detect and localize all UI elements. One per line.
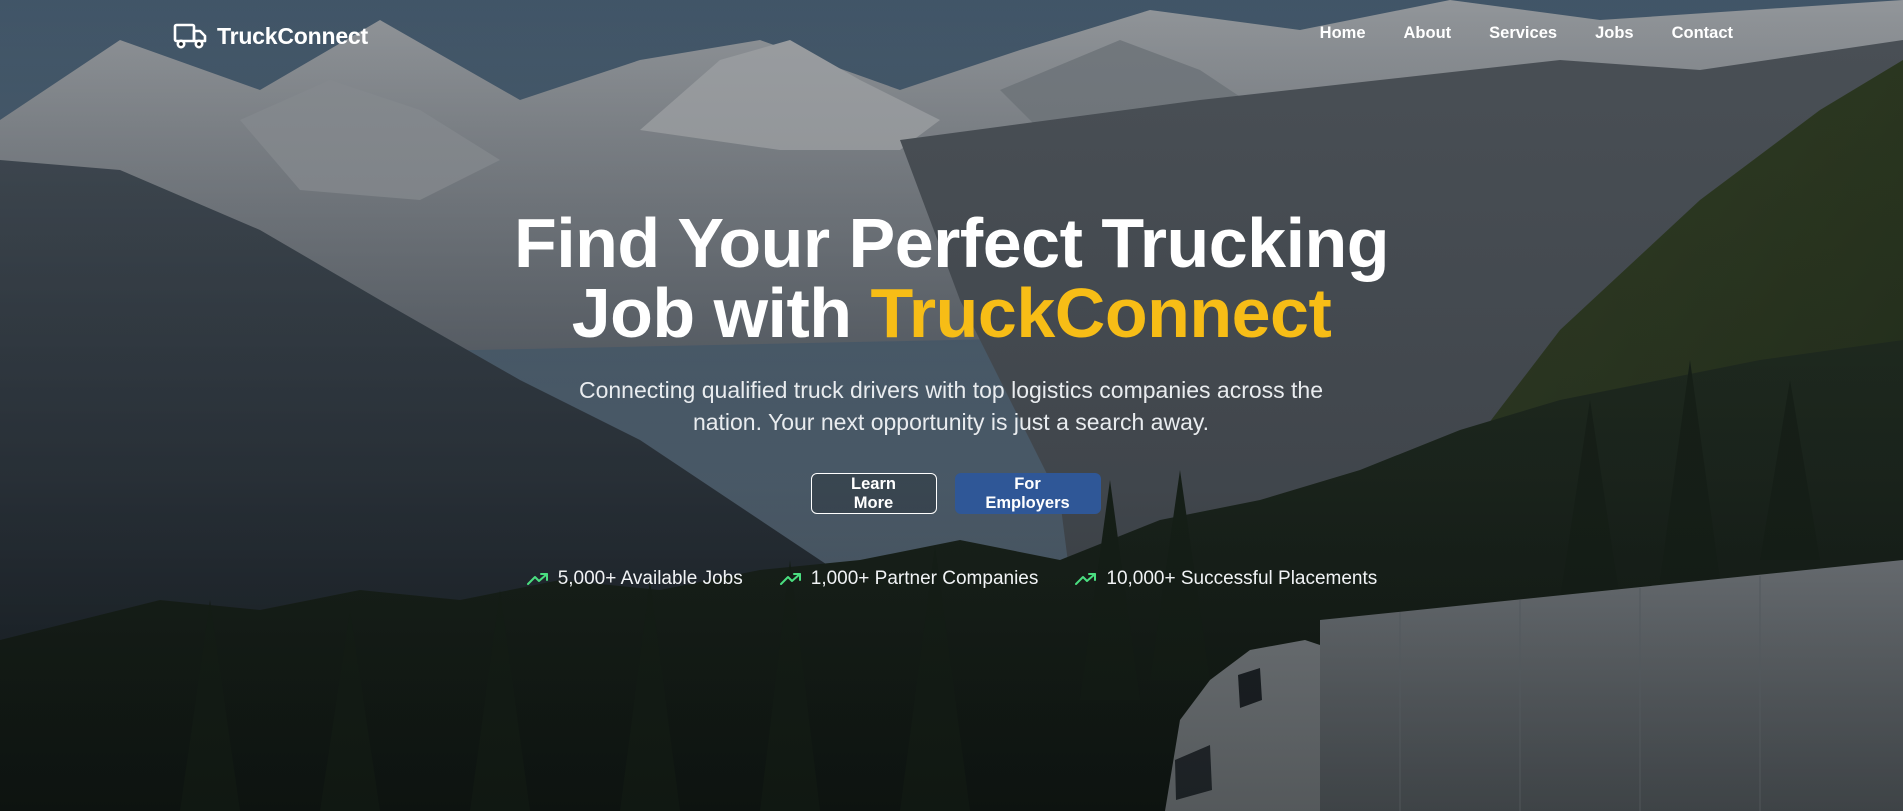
stat-successful-placements: 10,000+ Successful Placements <box>1074 568 1377 590</box>
nav-link-home[interactable]: Home <box>1320 24 1366 43</box>
hero-headline: Find Your Perfect Trucking Job with Truc… <box>0 208 1903 348</box>
stat-partner-companies: 1,000+ Partner Companies <box>779 568 1039 590</box>
top-navbar: TruckConnect Home About Services Jobs Co… <box>0 0 1903 72</box>
truck-icon <box>173 22 207 50</box>
brand-logo-link[interactable]: TruckConnect <box>173 22 368 50</box>
for-employers-button[interactable]: For Employers <box>954 473 1101 514</box>
nav-link-jobs[interactable]: Jobs <box>1595 24 1634 43</box>
hero-cta-group: Learn More For Employers <box>0 473 1903 514</box>
headline-line-2-prefix: Job with <box>571 274 871 352</box>
nav-link-about[interactable]: About <box>1404 24 1452 43</box>
stat-label: 5,000+ Available Jobs <box>557 568 743 589</box>
brand-name: TruckConnect <box>217 22 368 49</box>
headline-accent: TruckConnect <box>870 274 1332 352</box>
stat-label: 10,000+ Successful Placements <box>1106 568 1378 589</box>
headline-line-1: Find Your Perfect Trucking <box>513 204 1390 282</box>
nav-menu: Home About Services Jobs Contact <box>1282 24 1733 43</box>
hero-subtitle: Connecting qualified truck drivers with … <box>578 377 1324 435</box>
nav-link-contact[interactable]: Contact <box>1672 24 1733 43</box>
trending-up-icon <box>1074 571 1098 587</box>
hero-section: TruckConnect Home About Services Jobs Co… <box>0 0 1903 811</box>
trending-up-icon <box>526 571 550 587</box>
stat-label: 1,000+ Partner Companies <box>810 568 1039 589</box>
trending-up-icon <box>779 571 803 587</box>
learn-more-button[interactable]: Learn More <box>810 473 937 514</box>
hero-stats: 5,000+ Available Jobs 1,000+ Partner Com… <box>0 568 1903 590</box>
stat-available-jobs: 5,000+ Available Jobs <box>526 568 743 590</box>
nav-link-services[interactable]: Services <box>1489 24 1557 43</box>
